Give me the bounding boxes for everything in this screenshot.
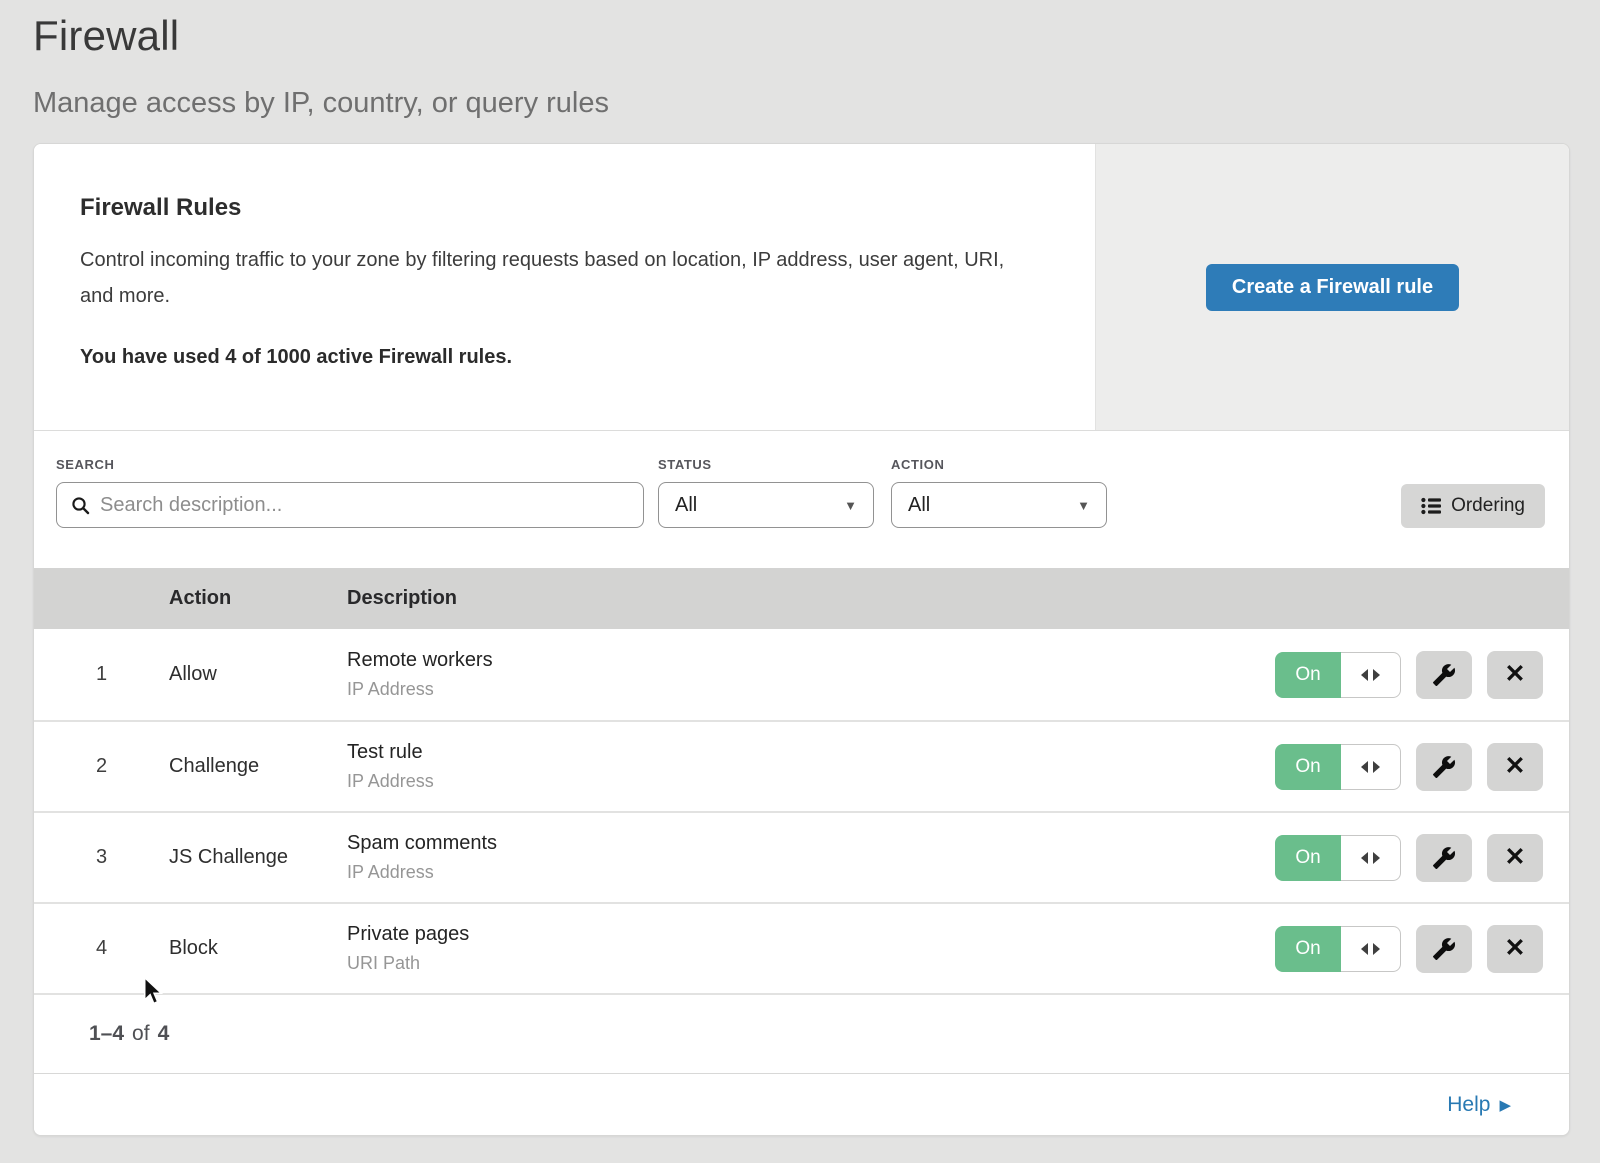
rule-controls: On ✕	[1224, 925, 1569, 973]
table-row: 3 JS Challenge Spam comments IP Address …	[34, 811, 1569, 902]
rule-description-cell: Remote workers IP Address	[347, 649, 1224, 700]
toggle-arrows-icon[interactable]	[1341, 926, 1401, 972]
action-selected-value: All	[908, 494, 930, 517]
rule-priority: 3	[34, 846, 169, 869]
rule-match-type: URI Path	[347, 953, 1224, 974]
toggle-on-label: On	[1275, 835, 1341, 881]
edit-rule-button[interactable]	[1416, 743, 1472, 791]
wrench-icon	[1432, 663, 1456, 687]
pagination-total: 4	[158, 1022, 170, 1046]
rule-enabled-toggle[interactable]: On	[1275, 652, 1401, 698]
rule-description-cell: Private pages URI Path	[347, 923, 1224, 974]
description-column-header: Description	[347, 587, 1224, 610]
create-firewall-rule-button[interactable]: Create a Firewall rule	[1206, 264, 1459, 311]
rule-match-type: IP Address	[347, 771, 1224, 792]
help-link-label: Help	[1447, 1093, 1490, 1117]
toggle-arrows-icon[interactable]	[1341, 835, 1401, 881]
firewall-rules-card: Firewall Rules Control incoming traffic …	[33, 143, 1570, 1136]
section-heading: Firewall Rules	[80, 194, 1035, 222]
table-header: Action Description	[34, 568, 1569, 629]
page-title: Firewall	[33, 12, 1600, 60]
search-field-group: SEARCH	[56, 457, 658, 528]
toggle-on-label: On	[1275, 926, 1341, 972]
page-subtitle: Manage access by IP, country, or query r…	[33, 87, 1600, 120]
delete-rule-button[interactable]: ✕	[1487, 834, 1543, 882]
status-selected-value: All	[675, 494, 697, 517]
intro-text-panel: Firewall Rules Control incoming traffic …	[34, 144, 1095, 430]
wrench-icon	[1432, 937, 1456, 961]
close-icon: ✕	[1505, 845, 1526, 870]
status-label: STATUS	[658, 457, 891, 472]
pagination-range: 1–4	[89, 1022, 124, 1046]
rule-description: Remote workers	[347, 649, 1224, 672]
rule-description-cell: Spam comments IP Address	[347, 832, 1224, 883]
rule-description: Spam comments	[347, 832, 1224, 855]
intro-section: Firewall Rules Control incoming traffic …	[34, 144, 1569, 431]
status-select[interactable]: All ▼	[658, 482, 874, 528]
rule-controls: On ✕	[1224, 651, 1569, 699]
delete-rule-button[interactable]: ✕	[1487, 925, 1543, 973]
rule-description: Test rule	[347, 741, 1224, 764]
table-row: 4 Block Private pages URI Path On	[34, 902, 1569, 993]
table-body: 1 Allow Remote workers IP Address On	[34, 629, 1569, 993]
table-row: 1 Allow Remote workers IP Address On	[34, 629, 1569, 720]
rule-description-cell: Test rule IP Address	[347, 741, 1224, 792]
play-arrow-icon: ▶	[1499, 1096, 1511, 1114]
rule-action: Challenge	[169, 755, 347, 778]
rule-enabled-toggle[interactable]: On	[1275, 835, 1401, 881]
usage-summary: You have used 4 of 1000 active Firewall …	[80, 346, 1035, 369]
status-field-group: STATUS All ▼	[658, 457, 891, 528]
ordering-button[interactable]: Ordering	[1401, 484, 1545, 528]
toggle-on-label: On	[1275, 744, 1341, 790]
help-link[interactable]: Help ▶	[1447, 1093, 1511, 1117]
rule-priority: 1	[34, 663, 169, 686]
search-box[interactable]	[56, 482, 644, 528]
wrench-icon	[1432, 846, 1456, 870]
edit-rule-button[interactable]	[1416, 834, 1472, 882]
table-row: 2 Challenge Test rule IP Address On	[34, 720, 1569, 811]
page-header: Firewall Manage access by IP, country, o…	[0, 0, 1600, 120]
rule-controls: On ✕	[1224, 834, 1569, 882]
delete-rule-button[interactable]: ✕	[1487, 743, 1543, 791]
close-icon: ✕	[1505, 754, 1526, 779]
edit-rule-button[interactable]	[1416, 925, 1472, 973]
rule-action: Block	[169, 937, 347, 960]
action-field-group: ACTION All ▼	[891, 457, 1124, 528]
rule-match-type: IP Address	[347, 862, 1224, 883]
toggle-on-label: On	[1275, 652, 1341, 698]
rule-priority: 4	[34, 937, 169, 960]
close-icon: ✕	[1505, 662, 1526, 687]
search-label: SEARCH	[56, 457, 658, 472]
ordered-list-icon	[1421, 497, 1441, 515]
rule-action: Allow	[169, 663, 347, 686]
search-icon	[71, 496, 90, 515]
rule-match-type: IP Address	[347, 679, 1224, 700]
search-input[interactable]	[100, 494, 629, 517]
card-footer: Help ▶	[34, 1073, 1569, 1135]
action-select[interactable]: All ▼	[891, 482, 1107, 528]
action-label: ACTION	[891, 457, 1124, 472]
toggle-arrows-icon[interactable]	[1341, 652, 1401, 698]
rule-action: JS Challenge	[169, 846, 347, 869]
action-column-header: Action	[169, 587, 347, 610]
chevron-down-icon: ▼	[844, 498, 857, 513]
ordering-button-label: Ordering	[1451, 495, 1525, 517]
toggle-arrows-icon[interactable]	[1341, 744, 1401, 790]
rule-controls: On ✕	[1224, 743, 1569, 791]
rule-priority: 2	[34, 755, 169, 778]
rule-enabled-toggle[interactable]: On	[1275, 926, 1401, 972]
close-icon: ✕	[1505, 936, 1526, 961]
rule-description: Private pages	[347, 923, 1224, 946]
edit-rule-button[interactable]	[1416, 651, 1472, 699]
pagination-of: of	[132, 1022, 150, 1046]
chevron-down-icon: ▼	[1077, 498, 1090, 513]
filter-bar: SEARCH STATUS All ▼ ACTION All ▼	[34, 431, 1569, 568]
cta-panel: Create a Firewall rule	[1095, 144, 1569, 430]
delete-rule-button[interactable]: ✕	[1487, 651, 1543, 699]
pagination: 1–4 of 4	[34, 993, 1569, 1073]
wrench-icon	[1432, 755, 1456, 779]
section-description: Control incoming traffic to your zone by…	[80, 242, 1035, 314]
rule-enabled-toggle[interactable]: On	[1275, 744, 1401, 790]
